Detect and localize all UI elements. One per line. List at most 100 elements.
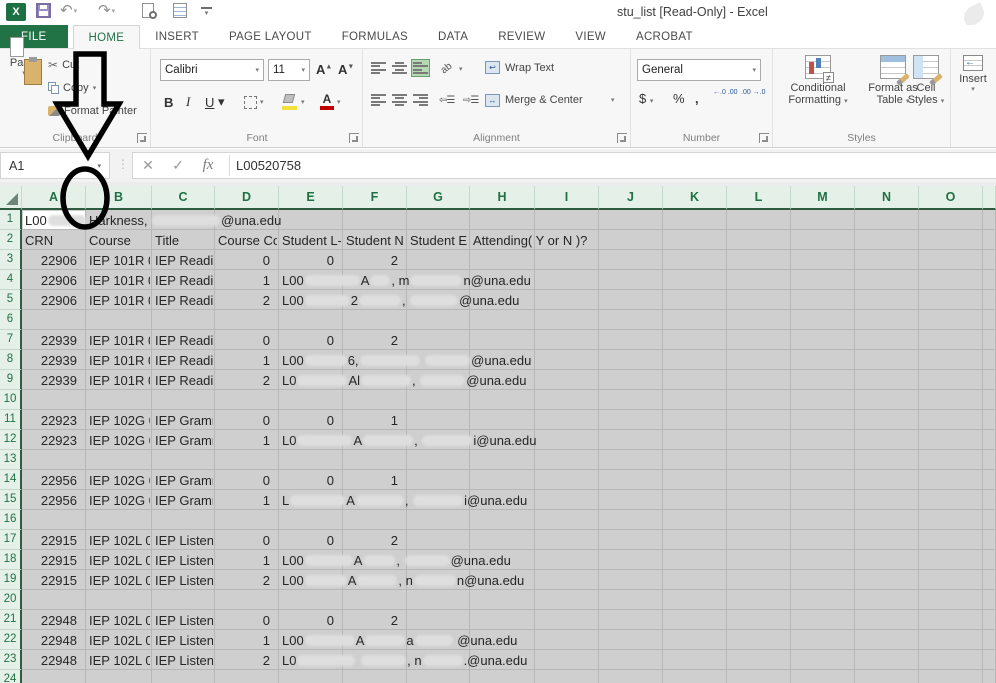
cell-B14[interactable]: IEP 102G 0 <box>89 473 150 488</box>
cell-B11[interactable]: IEP 102G 0 <box>89 413 150 428</box>
grid-cell[interactable] <box>407 610 470 630</box>
grid-cell[interactable] <box>791 510 855 530</box>
grid-cell[interactable] <box>855 250 919 270</box>
grid-cell[interactable] <box>343 450 407 470</box>
cell-A14[interactable]: 22956 <box>22 473 77 488</box>
column-header-F[interactable]: F <box>343 186 407 210</box>
cell-C3[interactable]: IEP Readin <box>155 253 213 268</box>
formula-bar-resizer[interactable]: ⋮ <box>117 157 129 171</box>
grid-cell[interactable] <box>791 410 855 430</box>
currency-button[interactable]: $ ▾ <box>639 91 653 106</box>
grid-cell[interactable] <box>599 670 663 683</box>
cell-E4[interactable]: L00A, mn@una.edu <box>282 273 531 288</box>
grid-cell[interactable] <box>22 590 86 610</box>
grid-cell[interactable] <box>919 370 983 390</box>
grid-cell[interactable] <box>86 510 152 530</box>
grid-cell[interactable] <box>727 570 791 590</box>
grid-cell[interactable] <box>983 310 996 330</box>
grid-cell[interactable] <box>855 530 919 550</box>
grid-cell[interactable] <box>215 670 279 683</box>
grid-cell[interactable] <box>727 230 791 250</box>
grid-cell[interactable] <box>919 550 983 570</box>
column-header-E[interactable]: E <box>279 186 343 210</box>
grid-cell[interactable] <box>470 670 535 683</box>
merge-center-dropdown[interactable]: ▾ <box>611 96 615 104</box>
shrink-font-button[interactable]: A▼ <box>338 62 354 77</box>
grid-cell[interactable] <box>535 470 599 490</box>
redo-button[interactable]: ↷▾ <box>98 3 115 18</box>
cell-F7[interactable]: 2 <box>343 333 398 348</box>
grid-cell[interactable] <box>855 450 919 470</box>
grid-cell[interactable] <box>791 370 855 390</box>
grid-cell[interactable] <box>535 430 599 450</box>
grid-cell[interactable] <box>983 430 996 450</box>
cell-A8[interactable]: 22939 <box>22 353 77 368</box>
italic-button[interactable]: I <box>186 91 190 113</box>
cell-E17[interactable]: 0 <box>279 533 334 548</box>
grid-cell[interactable] <box>470 330 535 350</box>
font-name-select[interactable]: Calibri▾ <box>160 59 264 81</box>
grid-cell[interactable] <box>919 490 983 510</box>
grid-cell[interactable] <box>791 530 855 550</box>
grid-cell[interactable] <box>855 430 919 450</box>
grid-cell[interactable] <box>599 550 663 570</box>
row-header-1[interactable]: 1 <box>0 210 22 230</box>
grid-cell[interactable] <box>663 590 727 610</box>
grid-cell[interactable] <box>855 650 919 670</box>
wrap-text-button[interactable]: Wrap Text <box>505 62 554 74</box>
font-dialog-launcher[interactable] <box>349 133 359 143</box>
cell-A9[interactable]: 22939 <box>22 373 77 388</box>
grid-cell[interactable] <box>407 310 470 330</box>
grid-cell[interactable] <box>407 670 470 683</box>
bottom-align-button[interactable] <box>411 59 430 77</box>
cell-E8[interactable]: L006, @una.edu <box>282 353 531 368</box>
bold-button[interactable]: B <box>164 91 173 113</box>
grid-cell[interactable] <box>22 510 86 530</box>
column-header-H[interactable]: H <box>470 186 535 210</box>
row-header-23[interactable]: 23 <box>0 650 22 670</box>
cell-A18[interactable]: 22915 <box>22 553 77 568</box>
grid-cell[interactable] <box>791 330 855 350</box>
grid-cell[interactable] <box>919 610 983 630</box>
decrease-decimal-button[interactable]: .00 →.0 <box>741 89 766 97</box>
grid-cell[interactable] <box>983 210 996 230</box>
grid-cell[interactable] <box>279 450 343 470</box>
grid-cell[interactable] <box>599 230 663 250</box>
cell-B21[interactable]: IEP 102L 0: <box>89 613 150 628</box>
cell-D14[interactable]: 0 <box>215 473 270 488</box>
cell-F2[interactable]: Student N <box>346 233 405 248</box>
cell-A1[interactable]: L00 <box>25 213 87 228</box>
grid-cell[interactable] <box>535 390 599 410</box>
grid-cell[interactable] <box>919 310 983 330</box>
number-format-select[interactable]: General▾ <box>637 59 761 81</box>
grid-cell[interactable] <box>535 290 599 310</box>
cell-C15[interactable]: IEP Gramm <box>155 493 213 508</box>
align-right-button[interactable] <box>411 91 430 109</box>
cell-C2[interactable]: Title <box>155 233 179 248</box>
grid-cell[interactable] <box>727 490 791 510</box>
increase-indent-button[interactable]: ⇨☰ <box>463 95 478 106</box>
grid-cell[interactable] <box>663 630 727 650</box>
grid-cell[interactable] <box>599 510 663 530</box>
row-header-10[interactable]: 10 <box>0 390 22 410</box>
row-header-2[interactable]: 2 <box>0 230 22 250</box>
grid-cell[interactable] <box>919 270 983 290</box>
row-header-16[interactable]: 16 <box>0 510 22 530</box>
grid-cell[interactable] <box>727 430 791 450</box>
clipboard-dialog-launcher[interactable] <box>137 133 147 143</box>
format-painter-button[interactable]: Format Painter <box>48 103 137 119</box>
grid-cell[interactable] <box>919 510 983 530</box>
cell-B12[interactable]: IEP 102G 0 <box>89 433 150 448</box>
grid-cell[interactable] <box>727 390 791 410</box>
grid-cell[interactable] <box>855 390 919 410</box>
grid-cell[interactable] <box>919 630 983 650</box>
grid-cell[interactable] <box>215 510 279 530</box>
grid-cell[interactable] <box>919 410 983 430</box>
cell-A4[interactable]: 22906 <box>22 273 77 288</box>
grid-cell[interactable] <box>599 630 663 650</box>
grid-cell[interactable] <box>791 450 855 470</box>
grid-cell[interactable] <box>983 630 996 650</box>
grid-cell[interactable] <box>152 590 215 610</box>
grid-cell[interactable] <box>791 550 855 570</box>
row-header-13[interactable]: 13 <box>0 450 22 470</box>
